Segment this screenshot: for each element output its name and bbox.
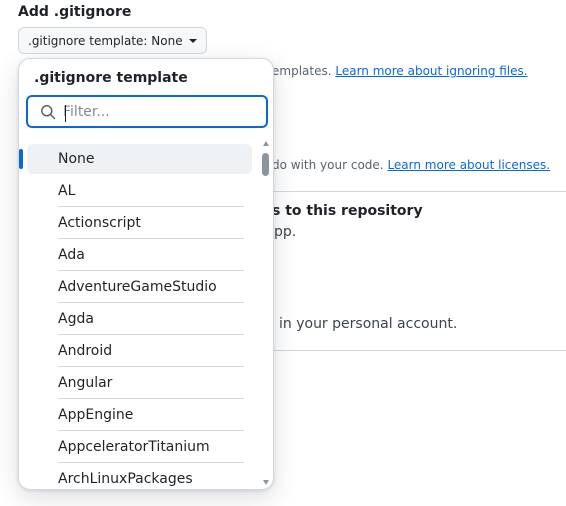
licenses-link[interactable]: Learn more about licenses. — [387, 158, 550, 172]
list-item-label: Agda — [58, 311, 94, 327]
list-item-label: Actionscript — [58, 215, 141, 231]
list-item[interactable]: Agda — [19, 303, 261, 335]
list-item[interactable]: AdventureGameStudio — [19, 271, 261, 303]
list-item-label: Angular — [58, 375, 113, 391]
list-item[interactable]: AppceleratorTitanium — [19, 431, 261, 463]
list-item-label: Ada — [58, 247, 85, 263]
scroll-up-arrow-icon[interactable] — [263, 141, 269, 146]
list-item[interactable]: AL — [19, 175, 261, 207]
text-cursor — [65, 105, 66, 122]
search-icon — [40, 104, 56, 120]
license-help-line: do with your code. Learn more about lice… — [272, 158, 550, 172]
list-item-label: AppEngine — [58, 407, 134, 423]
list-item[interactable]: ArchLinuxPackages — [19, 463, 261, 489]
filter-input[interactable] — [63, 103, 253, 120]
account-text: in your personal account. — [279, 316, 458, 332]
list-item[interactable]: Angular — [19, 367, 261, 399]
gitignore-template-button[interactable]: .gitignore template: None — [18, 27, 207, 54]
list-item[interactable]: None — [19, 143, 261, 175]
divider — [274, 350, 566, 351]
list-item-label: AL — [58, 183, 76, 199]
scrollbar[interactable] — [261, 139, 271, 489]
filter-field[interactable] — [26, 95, 268, 128]
gitignore-template-dropdown: .gitignore template None AL A — [18, 58, 274, 490]
template-list: None AL Actionscript Ada AdventureGameSt… — [19, 143, 261, 489]
repo-heading: s to this repository — [272, 203, 423, 219]
list-item-label: AdventureGameStudio — [58, 279, 217, 295]
page: Add .gitignore .gitignore template: None… — [0, 0, 566, 506]
list-item[interactable]: AppEngine — [19, 399, 261, 431]
scroll-down-arrow-icon[interactable] — [263, 480, 269, 485]
section-title: Add .gitignore — [18, 4, 132, 20]
list-item-label: ArchLinuxPackages — [58, 471, 193, 487]
divider — [274, 191, 566, 192]
list-item-label: Android — [58, 343, 113, 359]
license-help-text: do with your code. — [272, 158, 384, 172]
gitignore-template-button-label: .gitignore template: None — [28, 33, 183, 48]
list-item[interactable]: Android — [19, 335, 261, 367]
scrollbar-thumb[interactable] — [262, 153, 269, 176]
triangle-down-icon — [188, 39, 197, 43]
list-item-label: AppceleratorTitanium — [58, 439, 210, 455]
list-item[interactable]: Actionscript — [19, 207, 261, 239]
selected-indicator — [19, 149, 23, 169]
list-item[interactable]: Ada — [19, 239, 261, 271]
repo-subtext: pp. — [274, 224, 297, 240]
dropdown-title: .gitignore template — [34, 70, 188, 86]
gitignore-help-text: emplates. — [272, 64, 332, 78]
list-item-label: None — [58, 151, 95, 167]
gitignore-help-line: emplates. Learn more about ignoring file… — [272, 64, 528, 78]
ignoring-files-link[interactable]: Learn more about ignoring files. — [335, 64, 527, 78]
